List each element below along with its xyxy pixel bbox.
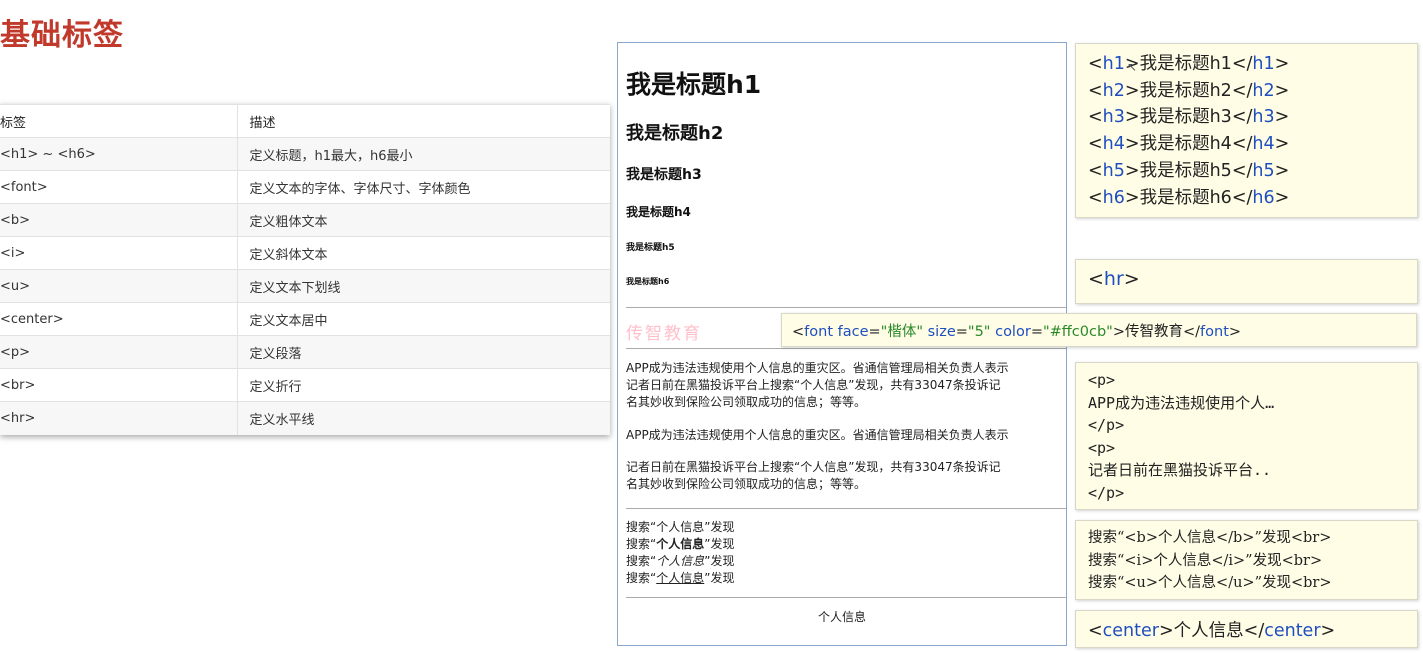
code-box-center: <center>个人信息</center> — [1075, 610, 1418, 648]
code-line: 搜索“<i>个人信息</i>”发现<br> — [1088, 552, 1323, 569]
cell-tag: <font> — [0, 170, 238, 204]
code-line: </p> — [1088, 483, 1125, 502]
demo-divider — [626, 508, 1066, 509]
table-row: <center> 定义文本居中 — [0, 302, 610, 336]
demo-heading-h3: 我是标题h3 — [626, 167, 702, 183]
code-box-hr: <hr> — [1075, 259, 1418, 304]
demo-search-bold: 搜索“个人信息”发现 — [626, 537, 735, 551]
cell-description: 定义文本下划线 — [237, 269, 610, 303]
cell-tag: <u> — [0, 269, 238, 303]
paragraph-line: 名其妙收到保险公司领取成功的信息；等等。 — [626, 477, 867, 491]
table-row: <i> 定义斜体文本 — [0, 236, 610, 270]
cell-tag: <p> — [0, 335, 238, 369]
cell-tag: <i> — [0, 236, 238, 270]
paragraph-line: 记者日前在黑猫投诉平台上搜索“个人信息”发现，共有33047条投诉记 — [626, 378, 1001, 392]
cell-description: 定义水平线 — [237, 401, 610, 435]
cell-description: 定义段落 — [237, 335, 610, 369]
demo-divider — [626, 348, 1066, 349]
code-line: 搜索“<u>个人信息</u>”发现<br> — [1088, 575, 1332, 591]
code-line: <h2>我是标题h2</h2> — [1088, 80, 1290, 101]
paragraph-line: APP成为违法违规使用个人信息的重灾区。省通信管理局相关负责人表示 — [626, 361, 1009, 375]
code-line: 搜索“<b>个人信息</b>”发现<br> — [1088, 530, 1332, 546]
table-row: <p> 定义段落 — [0, 335, 610, 369]
page-title: 基础标签 — [0, 18, 124, 53]
cell-description: 定义标题，h1最大，h6最小 — [237, 137, 610, 171]
code-line: </p> — [1088, 416, 1125, 434]
demo-paragraph-2: APP成为违法违规使用个人信息的重灾区。省通信管理局相关负责人表示 — [626, 428, 1009, 442]
demo-search-plain: 搜索“个人信息”发现 — [626, 520, 735, 534]
code-line: <h6>我是标题h6</h6> — [1088, 187, 1290, 208]
demo-divider — [626, 307, 1066, 308]
table-row: <u> 定义文本下划线 — [0, 269, 610, 303]
demo-font-text: 传智教育 — [626, 324, 702, 344]
code-line: <h3>我是标题h3</h3> — [1088, 107, 1290, 128]
column-header-description: 描述 — [237, 104, 610, 138]
cell-tag: <br> — [0, 368, 238, 402]
code-box-bold-italic-underline: 搜索“<b>个人信息</b>”发现<br> 搜索“<i>个人信息</i>”发现<… — [1075, 520, 1418, 600]
table-row: <hr> 定义水平线 — [0, 401, 610, 435]
table-row: <h1> ~ <h6> 定义标题，h1最大，h6最小 — [0, 137, 610, 171]
tag-table: 标签 描述 <h1> ~ <h6> 定义标题，h1最大，h6最小 <font> 定义… — [0, 104, 610, 435]
cell-description: 定义粗体文本 — [237, 203, 610, 237]
demo-paragraph-3: 记者日前在黑猫投诉平台上搜索“个人信息”发现，共有33047条投诉记 名其妙收到… — [626, 459, 1001, 493]
demo-heading-h6: 我是标题h6 — [626, 277, 670, 286]
cell-tag: <center> — [0, 302, 238, 336]
demo-heading-h2: 我是标题h2 — [626, 123, 724, 144]
table-row: <b> 定义粗体文本 — [0, 203, 610, 237]
cell-tag: <b> — [0, 203, 238, 237]
column-header-tag: 标签 — [0, 104, 238, 138]
code-line: <p> — [1088, 371, 1116, 389]
demo-heading-h4: 我是标题h4 — [626, 205, 691, 219]
demo-heading-h1: 我是标题h1 — [626, 70, 762, 99]
code-box-paragraph: <p> APP成为违法违规使用个人… </p> <p> 记者日前在黑猫投诉平台.… — [1075, 362, 1418, 510]
demo-heading-h5: 我是标题h5 — [626, 243, 675, 253]
mouse-cursor-icon: ↖ — [1127, 60, 1138, 74]
demo-divider — [626, 597, 1066, 598]
demo-center-text: 个人信息 — [817, 610, 866, 624]
cell-tag: <h1> ~ <h6> — [0, 137, 238, 171]
code-line: APP成为违法违规使用个人… — [1088, 393, 1275, 412]
code-line: <p> — [1088, 438, 1116, 457]
code-line: <h4>我是标题h4</h4> — [1088, 134, 1290, 155]
demo-paragraph-1: APP成为违法违规使用个人信息的重灾区。省通信管理局相关负责人表示 记者日前在黑… — [626, 360, 1009, 411]
code-line: 记者日前在黑猫投诉平台.. — [1088, 461, 1272, 479]
cell-description: 定义文本的字体、字体尺寸、字体颜色 — [237, 170, 610, 204]
table-row: <br> 定义折行 — [0, 368, 610, 402]
paragraph-line: 记者日前在黑猫投诉平台上搜索“个人信息”发现，共有33047条投诉记 — [626, 460, 1001, 474]
paragraph-line: 名其妙收到保险公司领取成功的信息；等等。 — [626, 395, 867, 409]
cell-description: 定义折行 — [237, 368, 610, 402]
cell-description: 定义文本居中 — [237, 302, 610, 336]
table-row: <font> 定义文本的字体、字体尺寸、字体颜色 — [0, 170, 610, 204]
demo-search-underline: 搜索“个人信息”发现 — [626, 571, 735, 585]
code-line: <h5>我是标题h5</h5> — [1088, 160, 1290, 181]
table-header-row: 标签 描述 — [0, 104, 610, 138]
cell-description: 定义斜体文本 — [237, 236, 610, 270]
cell-tag: <hr> — [0, 401, 238, 435]
demo-search-italic: 搜索“个人信息”发现 — [626, 554, 735, 568]
code-box-font: <font face="楷体" size="5" color="#ffc0cb"… — [781, 313, 1417, 347]
